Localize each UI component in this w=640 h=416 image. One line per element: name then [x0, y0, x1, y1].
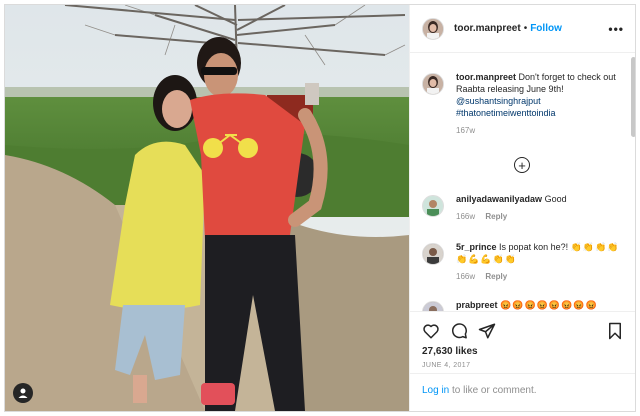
post-header: toor.manpreet • Follow •••: [410, 5, 635, 53]
comment-age[interactable]: 166w: [456, 272, 475, 281]
comment-age[interactable]: 166w: [456, 212, 475, 221]
post-date[interactable]: JUNE 4, 2017: [422, 362, 470, 369]
login-prompt-text: to like or comment.: [449, 385, 537, 396]
comment-username[interactable]: anilyadawanilyadaw: [456, 194, 542, 204]
caption-mention[interactable]: @sushantsinghrajput: [456, 96, 541, 106]
follow-button[interactable]: Follow: [530, 23, 562, 34]
post-image: [5, 5, 409, 411]
more-options-icon[interactable]: •••: [608, 22, 624, 36]
user-tag-button[interactable]: [13, 383, 33, 403]
avatar[interactable]: [422, 17, 444, 40]
comment-username[interactable]: prabpreet: [456, 300, 498, 310]
comment-username[interactable]: 5r_prince: [456, 242, 497, 252]
avatar[interactable]: [422, 73, 444, 95]
person-icon: [18, 388, 28, 398]
caption-age[interactable]: 167w: [456, 126, 475, 135]
likes-count[interactable]: 27,630 likes: [422, 346, 478, 357]
separator-dot: •: [523, 23, 528, 34]
comment-text: Is popat kon he?!: [499, 242, 569, 252]
load-more-comments-button[interactable]: +: [514, 157, 530, 173]
avatar-image: [423, 74, 443, 94]
comment-icon[interactable]: [450, 322, 468, 340]
caption: toor.manpreet Don't forget to check out …: [422, 71, 624, 137]
reply-button[interactable]: Reply: [485, 212, 507, 221]
post-side-panel: toor.manpreet • Follow ••• toor.manpreet…: [409, 5, 635, 411]
avatar-image: [423, 18, 443, 39]
comment-text: Good: [544, 194, 567, 204]
username-link[interactable]: toor.manpreet: [454, 23, 521, 34]
share-icon[interactable]: [478, 322, 496, 340]
heart-icon[interactable]: [422, 322, 440, 340]
comments-list[interactable]: toor.manpreet Don't forget to check out …: [410, 53, 635, 311]
comment-item: prabpreet 😡😡😡😡😡😡😡😡: [422, 299, 624, 311]
comment-item: anilyadawanilyadaw Good 166w Reply: [422, 193, 624, 223]
login-link[interactable]: Log in: [422, 385, 449, 396]
caption-username[interactable]: toor.manpreet: [456, 72, 516, 82]
comment-emojis: 😡😡😡😡😡😡😡😡: [500, 300, 598, 310]
avatar-image: [423, 302, 443, 311]
comment-item: 5r_prince Is popat kon he?! 👏👏👏👏👏💪💪👏👏 16…: [422, 241, 624, 283]
plus-circle-icon: +: [518, 157, 526, 173]
avatar-image: [423, 196, 443, 216]
bookmark-icon[interactable]: [606, 322, 624, 340]
avatar[interactable]: [422, 243, 444, 265]
caption-hashtag[interactable]: #thatonetimeiwenttoindia: [456, 108, 556, 118]
avatar[interactable]: [422, 301, 444, 311]
post-actions: 27,630 likes JUNE 4, 2017: [410, 311, 635, 372]
post-modal: toor.manpreet • Follow ••• toor.manpreet…: [4, 4, 636, 412]
post-photo[interactable]: [5, 5, 409, 411]
comments-scrollbar[interactable]: [631, 57, 635, 137]
avatar-image: [423, 244, 443, 264]
login-prompt: Log in to like or comment.: [410, 373, 635, 411]
avatar[interactable]: [422, 195, 444, 217]
reply-button[interactable]: Reply: [485, 272, 507, 281]
